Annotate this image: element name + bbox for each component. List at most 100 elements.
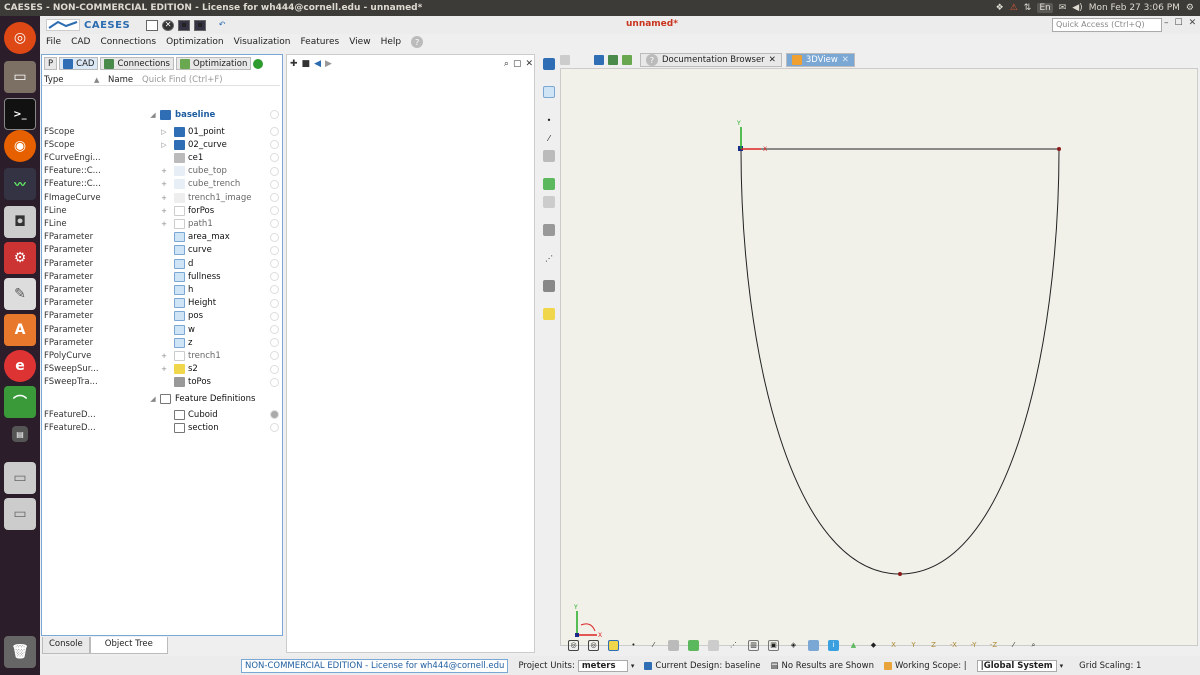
refresh-icon[interactable] bbox=[253, 58, 264, 69]
ubuntu-dash-icon[interactable]: ◎ bbox=[4, 22, 36, 54]
parameter-create-icon[interactable] bbox=[543, 86, 555, 98]
visibility-toggle-icon[interactable] bbox=[270, 351, 279, 361]
visibility-toggle-icon[interactable] bbox=[270, 298, 279, 308]
trash-icon[interactable]: 🗑 bbox=[4, 636, 36, 668]
tab-3dview[interactable]: 3DView ✕ bbox=[785, 53, 855, 67]
visibility-toggle-icon[interactable] bbox=[270, 179, 279, 189]
visibility-toggle-icon[interactable] bbox=[270, 166, 279, 176]
visibility-toggle-icon[interactable] bbox=[270, 311, 279, 321]
tab-documentation-browser[interactable]: ? Documentation Browser ✕ bbox=[640, 53, 782, 67]
dropbox-icon[interactable]: ❖ bbox=[996, 3, 1004, 13]
axis-toggle-icon[interactable] bbox=[808, 639, 819, 651]
lock-view-icon[interactable] bbox=[608, 639, 619, 651]
tree-row[interactable]: FSweepSur... + s2 bbox=[42, 363, 280, 376]
folder-create-icon[interactable] bbox=[543, 58, 555, 70]
terminal-icon[interactable]: >_ bbox=[4, 98, 36, 130]
chevron-down-icon[interactable]: ▾ bbox=[1060, 662, 1064, 670]
text-editor-icon[interactable]: ✎ bbox=[4, 278, 36, 310]
tree-row[interactable]: FParameter pos bbox=[42, 310, 280, 323]
stop-icon[interactable]: ■ bbox=[302, 59, 311, 69]
visibility-toggle-icon[interactable] bbox=[270, 272, 279, 282]
mesh-icon[interactable] bbox=[543, 280, 555, 292]
expand-arrow-icon[interactable]: + bbox=[160, 167, 168, 175]
menu-connections[interactable]: Connections bbox=[100, 37, 156, 47]
visibility-toggle-icon[interactable] bbox=[270, 377, 279, 387]
view-z-icon[interactable]: Z bbox=[928, 640, 939, 651]
view-y-icon[interactable]: Y bbox=[908, 640, 919, 651]
visibility-toggle-icon[interactable] bbox=[270, 140, 279, 150]
tree-row[interactable]: FLine + path1 bbox=[42, 217, 280, 230]
expand-arrow-icon[interactable]: + bbox=[160, 365, 168, 373]
shield-icon[interactable]: ◈ bbox=[788, 640, 799, 651]
chevron-down-icon[interactable]: ▾ bbox=[631, 662, 635, 670]
tree-row[interactable]: FFeatureD... section bbox=[42, 421, 280, 434]
close-icon[interactable]: ✕ bbox=[1189, 18, 1197, 28]
visibility-toggle-icon[interactable] bbox=[270, 285, 279, 295]
feature-icon[interactable] bbox=[543, 178, 555, 190]
save-as-icon[interactable]: ▪ bbox=[194, 19, 207, 31]
zoom-fit-icon[interactable]: ◎ bbox=[588, 639, 599, 651]
visibility-toggle-icon[interactable] bbox=[270, 259, 279, 268]
solid-icon[interactable] bbox=[543, 196, 555, 208]
camera-reset-icon[interactable]: ◎ bbox=[568, 639, 579, 651]
menu-view[interactable]: View bbox=[349, 37, 370, 47]
tree-row[interactable]: FParameter area_max bbox=[42, 231, 280, 244]
tree-row[interactable]: FFeatureD... Cuboid bbox=[42, 408, 280, 421]
mail-icon[interactable]: ✉ bbox=[1059, 3, 1067, 13]
menu-file[interactable]: File bbox=[46, 37, 61, 47]
settings-gear-icon[interactable]: ⚙ bbox=[1186, 3, 1194, 13]
visibility-toggle-icon[interactable] bbox=[270, 232, 279, 242]
volume-icon[interactable]: ◀) bbox=[1072, 3, 1082, 13]
undo-icon[interactable]: ↶ bbox=[216, 20, 228, 31]
dotted-line-icon[interactable]: ⋰ bbox=[543, 252, 555, 264]
optimization-view-icon[interactable] bbox=[622, 55, 632, 65]
tree-row[interactable]: FParameter fullness bbox=[42, 270, 280, 283]
tree-row[interactable]: FLine + forPos bbox=[42, 204, 280, 217]
visibility-toggle-icon[interactable] bbox=[270, 338, 279, 348]
workspace-icon[interactable]: ▤ bbox=[12, 426, 28, 442]
expand-arrow-icon[interactable]: + bbox=[160, 220, 168, 228]
network-icon[interactable]: ⇅ bbox=[1024, 3, 1032, 13]
cube-icon[interactable]: ◆ bbox=[868, 640, 879, 651]
visibility-toggle-icon[interactable] bbox=[270, 325, 279, 334]
column-type[interactable]: Type bbox=[44, 75, 64, 85]
box-icon[interactable]: ▣ bbox=[768, 639, 779, 651]
expand-arrow-icon[interactable]: ◢ bbox=[149, 395, 157, 403]
image-icon[interactable] bbox=[543, 224, 555, 236]
tab-console[interactable]: Console bbox=[42, 637, 90, 654]
search-icon[interactable]: ⌕ bbox=[504, 59, 509, 69]
tab-cad[interactable]: CAD bbox=[59, 57, 99, 70]
camera-icon[interactable]: ◘ bbox=[4, 206, 36, 238]
current-design[interactable]: Current Design: baseline bbox=[644, 661, 761, 671]
tab-p[interactable]: P bbox=[44, 57, 58, 70]
visibility-toggle-icon[interactable] bbox=[270, 219, 279, 229]
save-icon[interactable]: ▪ bbox=[178, 19, 191, 31]
cad-view-icon[interactable] bbox=[594, 55, 604, 65]
tree-row[interactable]: FParameter curve bbox=[42, 244, 280, 257]
grid-layout-icon[interactable] bbox=[560, 55, 570, 65]
note-icon[interactable] bbox=[543, 308, 555, 320]
tree-row[interactable]: FParameter w bbox=[42, 323, 280, 336]
expand-arrow-icon[interactable]: + bbox=[160, 207, 168, 215]
tree-row[interactable]: FParameter h bbox=[42, 283, 280, 296]
view-minus-x-icon[interactable]: -X bbox=[948, 640, 959, 651]
expand-arrow-icon[interactable]: ◢ bbox=[149, 111, 157, 119]
solid-filter-icon[interactable] bbox=[708, 639, 719, 651]
help-icon[interactable] bbox=[270, 410, 279, 419]
tree-row[interactable]: FImageCurve + trench1_image bbox=[42, 191, 280, 204]
3d-viewport[interactable]: X Y X Y bbox=[560, 68, 1198, 646]
expand-arrow-icon[interactable]: + bbox=[160, 180, 168, 188]
help-icon[interactable]: ? bbox=[411, 36, 424, 48]
drive-icon-2[interactable]: ▭ bbox=[4, 498, 36, 530]
new-file-icon[interactable] bbox=[146, 19, 159, 31]
dotted-filter-icon[interactable]: ⋰ bbox=[728, 640, 739, 651]
pin-icon[interactable]: ✚ bbox=[290, 59, 298, 69]
menu-visualization[interactable]: Visualization bbox=[234, 37, 291, 47]
keyboard-language[interactable]: En bbox=[1037, 3, 1053, 13]
tab-optimization[interactable]: Optimization bbox=[175, 57, 252, 70]
tree-row[interactable]: FCurveEngi... ce1 bbox=[42, 151, 280, 164]
tree-row[interactable]: FScope ▷ 01_point bbox=[42, 125, 280, 138]
expand-arrow-icon[interactable]: + bbox=[160, 352, 168, 360]
feature-filter-icon[interactable] bbox=[688, 639, 699, 651]
close-file-icon[interactable]: ✕ bbox=[162, 19, 175, 31]
